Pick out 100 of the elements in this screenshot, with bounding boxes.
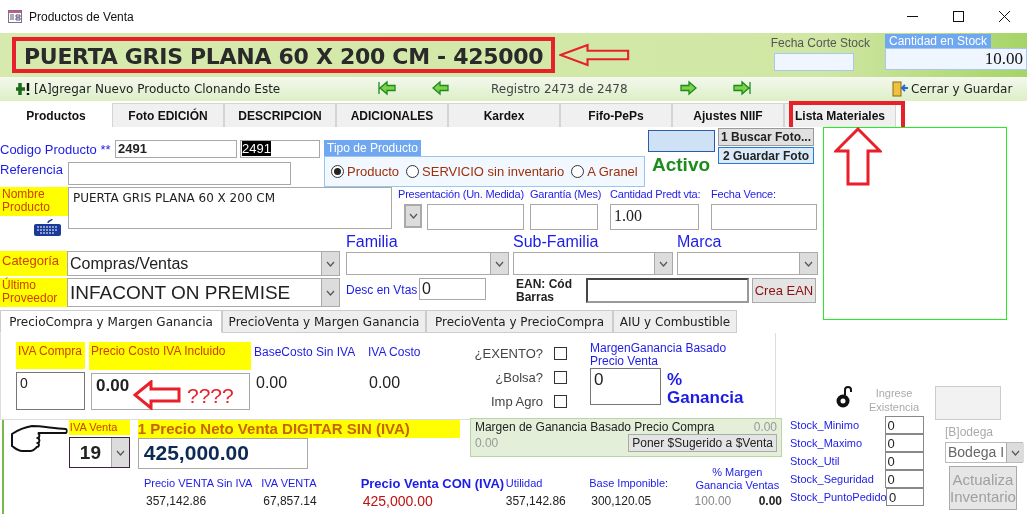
- status-field[interactable]: [648, 130, 715, 152]
- amount: 357,142.86: [505, 494, 567, 509]
- field-label: Precio Costo IVA Incluido: [89, 342, 251, 370]
- amount: 67,857.14: [262, 494, 318, 509]
- checkbox[interactable]: [554, 394, 567, 408]
- input-field[interactable]: 0: [590, 368, 661, 405]
- input-field[interactable]: [68, 162, 291, 185]
- field-label: Cantidad Predt vta:: [610, 188, 701, 202]
- field-label: Último Proveedor: [0, 278, 67, 307]
- exit-door-icon: [892, 81, 909, 97]
- input-field[interactable]: 0: [884, 470, 924, 488]
- combo-box[interactable]: 19: [68, 437, 130, 468]
- amount: 100.00: [693, 494, 732, 509]
- tab[interactable]: ADICIONALES: [336, 103, 448, 127]
- input-field[interactable]: 0: [884, 416, 924, 434]
- combo-box[interactable]: Bodega I: [945, 442, 1023, 463]
- field-label: Ingrese Existencia: [867, 386, 921, 414]
- amount: 425,000.00: [361, 494, 434, 509]
- annotation-arrow: [133, 380, 183, 410]
- input-field[interactable]: 0: [419, 278, 486, 300]
- amount: 0.00: [368, 374, 402, 392]
- input-field[interactable]: 1.00: [610, 204, 699, 230]
- group-title: Tipo de Producto: [324, 140, 421, 156]
- input-field[interactable]: [530, 204, 598, 230]
- search-photo-button[interactable]: 1 Buscar Foto...: [718, 128, 814, 146]
- clone-button[interactable]: [A]gregar Nuevo Producto Clonando Este: [34, 82, 368, 96]
- radio-option[interactable]: SERVICIO sin inventario: [406, 164, 565, 179]
- column-label: IVA VENTA: [261, 476, 318, 491]
- close-save-button[interactable]: Cerrar y Guardar: [911, 82, 1013, 96]
- field-label: Codigo Producto **: [0, 141, 112, 157]
- tab[interactable]: DESCRIPCION: [224, 103, 336, 127]
- input-field[interactable]: 0: [16, 372, 85, 410]
- tab[interactable]: Ajustes NIIF: [672, 103, 784, 127]
- annotation-arrow: [834, 127, 882, 187]
- chevron-down-icon: [326, 260, 335, 267]
- amount: 0.00: [753, 420, 777, 434]
- input-field[interactable]: 425,000.00: [137, 438, 308, 469]
- radio-button[interactable]: [406, 165, 420, 178]
- input-field[interactable]: [586, 278, 749, 303]
- combo-box[interactable]: INFACONT ON PREMISE: [67, 278, 340, 307]
- tab[interactable]: PrecioCompra y Margen Ganancia: [0, 310, 222, 333]
- checkbox[interactable]: [554, 370, 567, 384]
- input-field[interactable]: 2491: [240, 140, 320, 158]
- column-label: Utilidad: [505, 476, 544, 491]
- stock-field[interactable]: 10.00: [885, 48, 1027, 70]
- tab[interactable]: Fifo-PePs: [560, 103, 672, 127]
- input-field[interactable]: 2491: [115, 140, 237, 158]
- tab[interactable]: AIU y Combustible: [613, 310, 737, 333]
- tab[interactable]: Kardex: [448, 103, 560, 127]
- tab[interactable]: PrecioVenta y Margen Ganancia: [222, 310, 426, 333]
- chevron-down-icon: [408, 213, 418, 219]
- input-field[interactable]: [935, 386, 1001, 420]
- checkbox[interactable]: [554, 346, 567, 360]
- amount: 357,142.86: [145, 494, 208, 509]
- chevron-down-icon: [804, 260, 813, 267]
- field-label: Fecha Vence:: [711, 188, 776, 202]
- padlock-icon[interactable]: [836, 386, 852, 408]
- field-label: Fecha Corte Stock: [770, 35, 870, 50]
- panel-label: Margen de Ganancia Basado Precio Compra: [474, 420, 715, 434]
- combo-box[interactable]: Compras/Ventas: [67, 251, 340, 276]
- dropdown-button[interactable]: [404, 204, 422, 228]
- product-title: PUERTA GRIS PLANA 60 X 200 CM - 425000: [12, 37, 556, 73]
- field-label: Categoría: [0, 251, 67, 276]
- input-field[interactable]: [427, 204, 524, 230]
- amount: 300,120.05: [590, 494, 653, 509]
- form-icon: [8, 10, 22, 23]
- close-icon[interactable]: [998, 11, 1010, 22]
- save-photo-button[interactable]: 2 Guardar Foto: [718, 147, 814, 164]
- radio-option[interactable]: Producto: [331, 164, 400, 179]
- input-field[interactable]: 0: [884, 452, 924, 470]
- field-label: Familia: [346, 233, 398, 250]
- field-label: Stock_Maximo: [790, 437, 864, 449]
- field-label: 1 Precio Neto Venta DIGITAR SIN (IVA): [137, 420, 460, 438]
- keyboard-icon[interactable]: [34, 219, 61, 236]
- chevron-down-icon: [115, 449, 125, 456]
- radio-button[interactable]: [571, 165, 585, 178]
- checkbox-label: ¿EXENTO?: [474, 345, 543, 361]
- radio-option[interactable]: A Granel: [571, 164, 638, 179]
- update-inventory-button: Actualiza Inventario: [949, 466, 1017, 510]
- tab[interactable]: Foto EDICIÓN: [112, 103, 224, 127]
- field-label: Presentación (Un. Medida): [398, 188, 524, 202]
- input-field[interactable]: 0: [886, 488, 924, 506]
- date-field[interactable]: [773, 52, 854, 71]
- amount: 0.00: [474, 436, 499, 450]
- text-area[interactable]: PUERTA GRIS PLANA 60 X 200 CM: [68, 187, 392, 229]
- window-title: Productos de Venta: [29, 9, 134, 24]
- column-label: Base Imponible:: [589, 476, 670, 491]
- input-field[interactable]: 0: [884, 434, 924, 452]
- radio-button[interactable]: [331, 165, 344, 178]
- field-label: [B]odega: [945, 425, 995, 439]
- combo-box[interactable]: [346, 252, 509, 275]
- suggest-price-button[interactable]: Poner $Sugerido a $Venta: [628, 434, 777, 452]
- create-ean-button[interactable]: Crea EAN: [752, 278, 816, 303]
- field-label: IVA Costo: [368, 345, 422, 359]
- field-label: EAN: Cód Barras: [516, 278, 573, 304]
- tab[interactable]: PrecioVenta y PrecioCompra: [426, 310, 613, 333]
- field-label: Desc en Vtas: [346, 283, 419, 297]
- maximize-icon[interactable]: [952, 11, 964, 22]
- input-field[interactable]: [711, 204, 817, 230]
- column-label: Precio VENTA Sin IVA: [144, 476, 254, 491]
